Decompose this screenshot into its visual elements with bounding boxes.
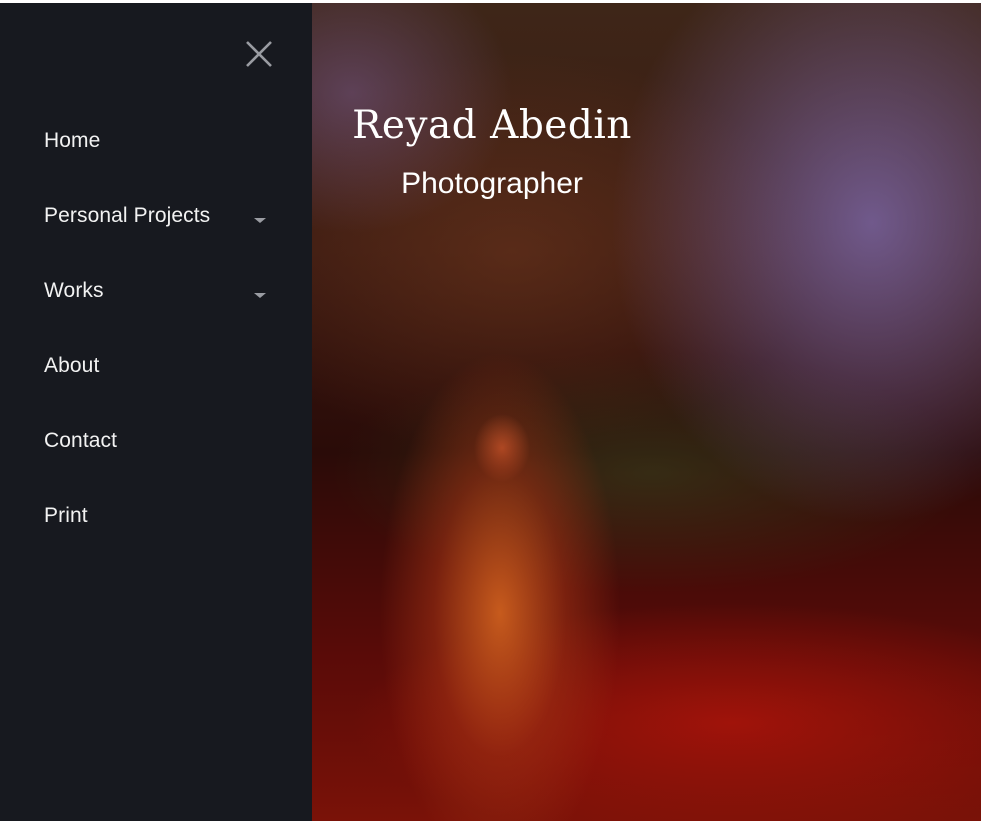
sidebar-menu: Home Personal Projects Works About Conta…: [0, 3, 312, 821]
page: Home Personal Projects Works About Conta…: [0, 3, 981, 821]
nav-item-personal-projects[interactable]: Personal Projects: [0, 178, 312, 253]
nav-item-label: Contact: [44, 428, 118, 452]
nav-item-works[interactable]: Works: [0, 253, 312, 328]
nav-item-contact[interactable]: Contact: [0, 403, 312, 478]
nav-item-print[interactable]: Print: [0, 478, 312, 553]
nav-item-label: About: [44, 353, 100, 377]
dropdown-caret-icon[interactable]: [254, 217, 266, 223]
nav-list: Home Personal Projects Works About Conta…: [0, 103, 312, 553]
site-subtitle: Photographer: [401, 167, 583, 200]
nav-item-label: Home: [44, 128, 101, 152]
nav-item-label: Personal Projects: [44, 203, 211, 227]
close-icon: [246, 41, 272, 67]
nav-item-label: Works: [44, 278, 104, 302]
nav-item-home[interactable]: Home: [0, 103, 312, 178]
close-menu-button[interactable]: [244, 39, 274, 69]
nav-item-label: Print: [44, 503, 88, 527]
dropdown-caret-icon[interactable]: [254, 292, 266, 298]
hero-photo: Reyad Abedin Photographer: [312, 3, 981, 821]
nav-item-about[interactable]: About: [0, 328, 312, 403]
site-title[interactable]: Reyad Abedin: [352, 103, 632, 148]
